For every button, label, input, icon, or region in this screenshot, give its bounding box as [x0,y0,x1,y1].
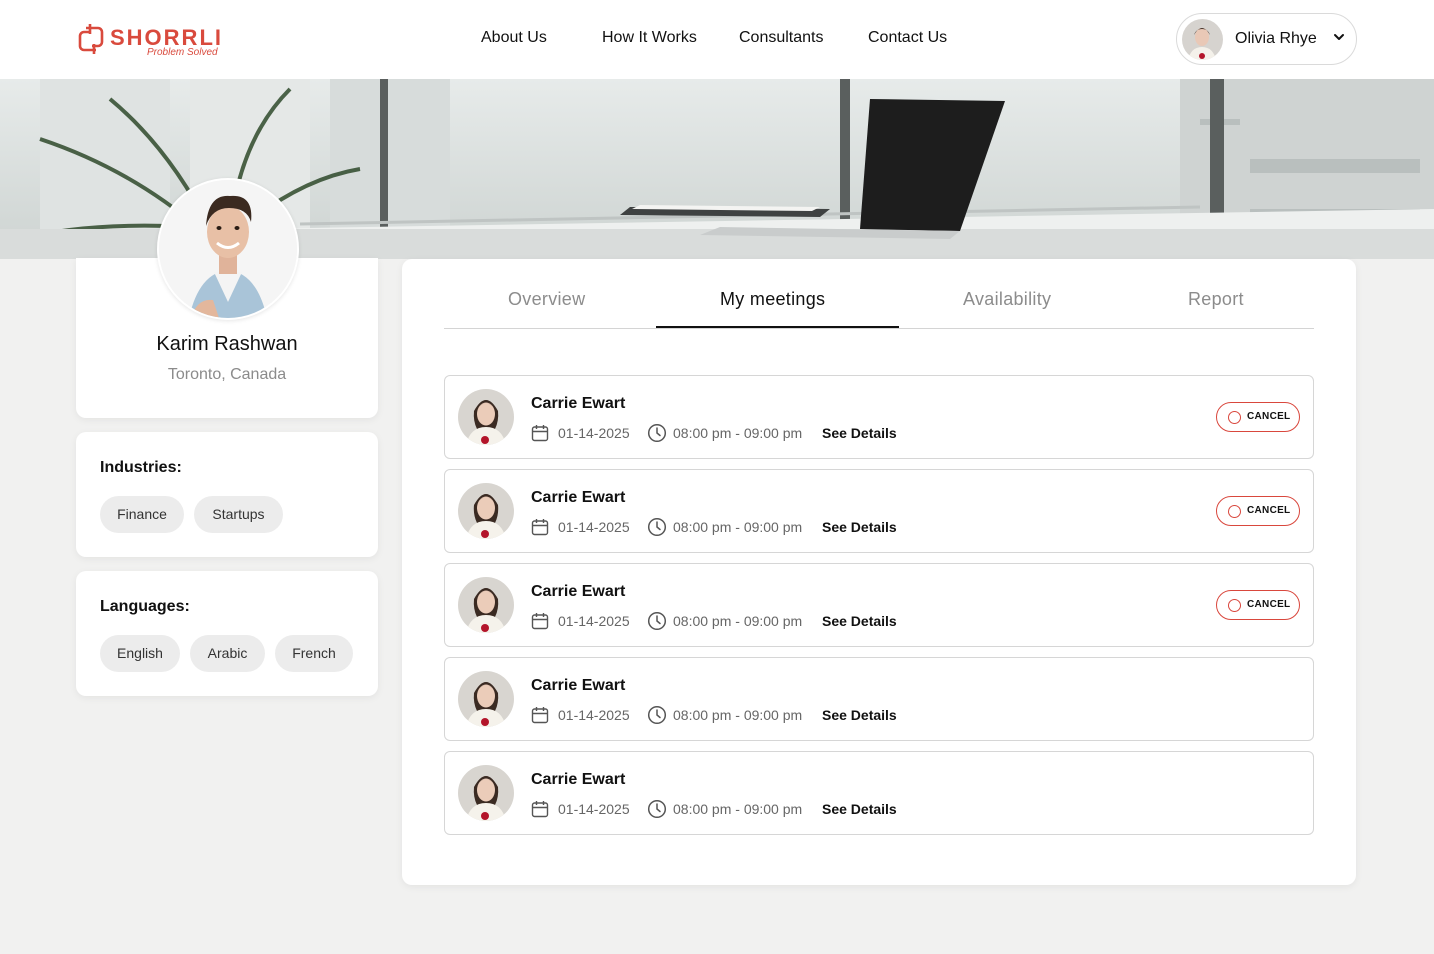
attendee-avatar [458,765,514,821]
clock-icon [647,611,667,631]
nav-how-it-works[interactable]: How It Works [602,29,697,47]
top-navigation-bar: SHORRLI Problem Solved About Us How It W… [0,0,1434,79]
attendee-avatar [458,577,514,633]
cancel-label: CANCEL [1247,599,1291,610]
meeting-date: 01-14-2025 [558,613,630,629]
meeting-card: Carrie Ewart 01-14-2025 08:00 pm - 09:00… [444,563,1314,647]
cancel-label: CANCEL [1247,411,1291,422]
see-details-link[interactable]: See Details [822,519,897,535]
logo-tagline: Problem Solved [147,47,218,58]
tab-overview[interactable]: Overview [508,289,585,310]
tab-availability[interactable]: Availability [963,289,1051,310]
cancel-meeting-button[interactable]: CANCEL [1216,402,1300,432]
attendee-name: Carrie Ewart [531,395,626,412]
clock-icon [647,705,667,725]
attendee-avatar [458,389,514,445]
cancel-meeting-button[interactable]: CANCEL [1216,590,1300,620]
attendee-avatar [458,671,514,727]
user-name: Olivia Rhye [1235,30,1317,47]
attendee-name: Carrie Ewart [531,489,626,506]
meeting-time: 08:00 pm - 09:00 pm [673,519,803,535]
cancel-label: CANCEL [1247,505,1291,516]
cancel-meeting-button[interactable]: CANCEL [1216,496,1300,526]
meeting-time: 08:00 pm - 09:00 pm [673,613,803,629]
profile-name: Karim Rashwan [156,333,298,355]
clock-icon [647,423,667,443]
meeting-date: 01-14-2025 [558,801,630,817]
calendar-icon [531,519,549,536]
shorrli-logo[interactable]: SHORRLI Problem Solved [76,20,236,60]
meeting-date: 01-14-2025 [558,425,630,441]
profile-avatar [157,178,299,320]
calendar-icon [531,707,549,724]
tab-my-meetings[interactable]: My meetings [720,289,825,310]
nav-about-us[interactable]: About Us [481,29,547,47]
see-details-link[interactable]: See Details [822,801,897,817]
meeting-time: 08:00 pm - 09:00 pm [673,801,803,817]
meeting-card: Carrie Ewart 01-14-2025 08:00 pm - 09:00… [444,375,1314,459]
clock-icon [647,517,667,537]
language-chip: French [275,635,353,672]
user-avatar [1182,19,1223,60]
logo-mark-icon [78,24,104,54]
industries-card: Industries: Finance Startups [76,432,378,557]
nav-contact-us[interactable]: Contact Us [868,29,947,47]
industry-chip: Finance [100,496,184,533]
profile-tabs: Overview My meetings Availability Report [444,259,1314,329]
meeting-date: 01-14-2025 [558,519,630,535]
attendee-name: Carrie Ewart [531,677,626,694]
circle-icon [1228,599,1241,612]
chevron-down-icon [1334,34,1344,40]
profile-location: Toronto, Canada [167,366,287,383]
user-menu-button[interactable]: Olivia Rhye [1176,13,1357,65]
circle-icon [1228,411,1241,424]
languages-card: Languages: English Arabic French [76,571,378,696]
calendar-icon [531,613,549,630]
meeting-time: 08:00 pm - 09:00 pm [673,425,803,441]
active-tab-indicator [656,326,899,328]
meeting-card: Carrie Ewart 01-14-2025 08:00 pm - 09:00… [444,469,1314,553]
meeting-card: Carrie Ewart 01-14-2025 08:00 pm - 09:00… [444,657,1314,741]
see-details-link[interactable]: See Details [822,707,897,723]
calendar-icon [531,425,549,442]
language-chip: Arabic [190,635,265,672]
languages-heading: Languages: [100,598,190,615]
see-details-link[interactable]: See Details [822,613,897,629]
language-chip: English [100,635,180,672]
clock-icon [647,799,667,819]
attendee-name: Carrie Ewart [531,583,626,600]
attendee-name: Carrie Ewart [531,771,626,788]
see-details-link[interactable]: See Details [822,425,897,441]
industry-chip: Startups [194,496,283,533]
calendar-icon [531,801,549,818]
attendee-avatar [458,483,514,539]
industries-heading: Industries: [100,459,182,476]
tab-report[interactable]: Report [1188,289,1244,310]
meeting-time: 08:00 pm - 09:00 pm [673,707,803,723]
circle-icon [1228,505,1241,518]
meeting-date: 01-14-2025 [558,707,630,723]
meeting-card: Carrie Ewart 01-14-2025 08:00 pm - 09:00… [444,751,1314,835]
nav-consultants[interactable]: Consultants [739,29,824,47]
